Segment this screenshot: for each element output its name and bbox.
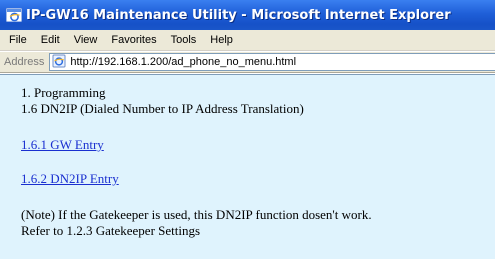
address-bar: Address http://192.168.1.200/ad_phone_no… bbox=[0, 51, 495, 73]
dn2ip-entry-link[interactable]: 1.6.2 DN2IP Entry bbox=[21, 171, 119, 186]
menu-edit[interactable]: Edit bbox=[34, 34, 67, 46]
ie-page-icon bbox=[52, 53, 66, 72]
gw-entry-link[interactable]: 1.6.1 GW Entry bbox=[21, 137, 104, 152]
title-bar[interactable]: IP-GW16 Maintenance Utility - Microsoft … bbox=[0, 0, 495, 30]
internet-explorer-icon bbox=[6, 7, 22, 23]
note-text: (Note) If the Gatekeeper is used, this D… bbox=[21, 207, 372, 222]
page-content: 1. Programming 1.6 DN2IP (Dialed Number … bbox=[0, 74, 495, 259]
section-heading: 1. Programming bbox=[21, 85, 106, 100]
address-input[interactable]: http://192.168.1.200/ad_phone_no_menu.ht… bbox=[49, 53, 495, 71]
menu-help[interactable]: Help bbox=[203, 34, 240, 46]
menu-bar: File Edit View Favorites Tools Help bbox=[0, 30, 495, 51]
window-title: IP-GW16 Maintenance Utility - Microsoft … bbox=[26, 7, 451, 23]
menu-tools[interactable]: Tools bbox=[164, 34, 204, 46]
page-title: 1.6 DN2IP (Dialed Number to IP Address T… bbox=[21, 101, 304, 116]
menu-view[interactable]: View bbox=[67, 34, 105, 46]
note-reference-text: Refer to 1.2.3 Gatekeeper Settings bbox=[21, 223, 201, 238]
address-url: http://192.168.1.200/ad_phone_no_menu.ht… bbox=[70, 56, 297, 68]
menu-file[interactable]: File bbox=[2, 34, 34, 46]
menu-favorites[interactable]: Favorites bbox=[104, 34, 163, 46]
address-label: Address bbox=[4, 56, 45, 68]
